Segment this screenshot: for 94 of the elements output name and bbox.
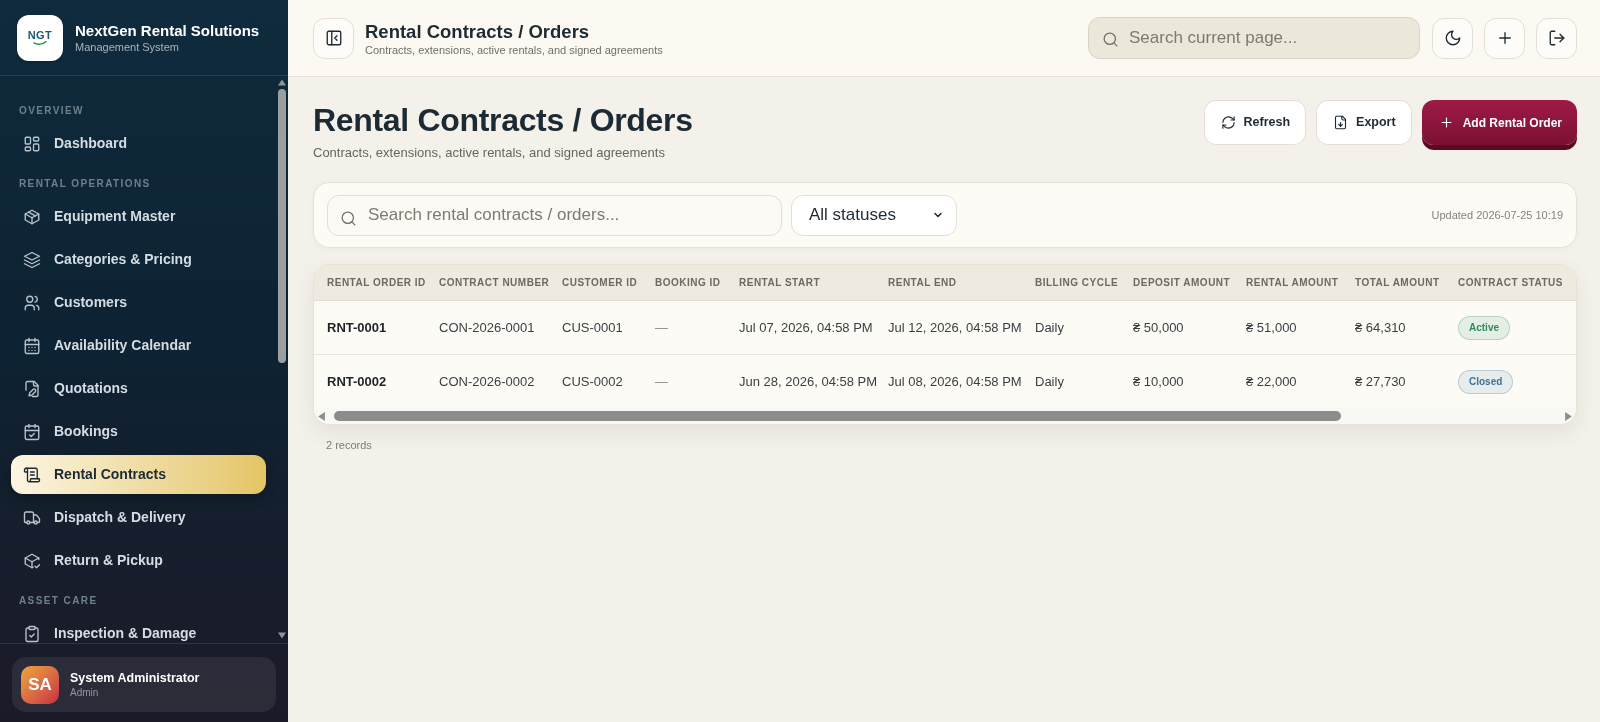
- table-cell-text: —: [655, 372, 668, 391]
- table-cell-text: Jul 12, 2026, 04:58 PM: [888, 318, 1022, 337]
- grid-icon: [23, 134, 41, 153]
- column-header[interactable]: RENTAL START: [726, 265, 875, 300]
- column-header[interactable]: RENTAL AMOUNT: [1233, 265, 1342, 300]
- scrollbar-thumb[interactable]: [278, 89, 286, 363]
- search-icon: [340, 209, 357, 227]
- column-header[interactable]: BILLING CYCLE: [1022, 265, 1120, 300]
- table-cell-text: ₴ 64,310: [1355, 318, 1406, 337]
- column-header[interactable]: CONTRACT STATUS: [1445, 265, 1576, 300]
- table-cell-text: ₴ 27,730: [1355, 372, 1406, 391]
- scroll-icon: [23, 465, 41, 484]
- table-cell-text: Jun 28, 2026, 04:58 PM: [739, 372, 878, 391]
- refresh-button[interactable]: Refresh: [1203, 100, 1307, 145]
- nav-item[interactable]: Dispatch & Delivery: [11, 498, 266, 537]
- theme-toggle-button[interactable]: [1432, 17, 1473, 59]
- status-badge: Closed: [1458, 369, 1514, 394]
- clipboard-check-icon: [23, 624, 41, 643]
- table-cell-text: —: [655, 318, 668, 337]
- page-subtitle: Contracts, extensions, active rentals, and signed agreements: [313, 144, 666, 162]
- table-cell-text: Daily: [1035, 318, 1064, 337]
- scroll-up-arrow-icon: [278, 79, 286, 86]
- nav-item[interactable]: Inspection & Damage: [11, 614, 266, 643]
- status-select[interactable]: All statuses: [791, 194, 957, 236]
- column-header[interactable]: RENTAL END: [875, 265, 1022, 300]
- calendar-check-icon: [23, 422, 41, 441]
- user-avatar: SA: [21, 665, 59, 704]
- section-label: OVERVIEW: [18, 104, 85, 118]
- refresh-icon: [1220, 115, 1236, 130]
- header-subtitle: Contracts, extensions, active rentals, and signed agreements: [365, 42, 663, 57]
- brand-subtitle: Management System: [75, 39, 180, 55]
- header-title: Rental Contracts / Orders: [365, 19, 591, 43]
- table-cell-text: ₴ 10,000: [1133, 372, 1184, 391]
- calendar-icon: [23, 336, 41, 355]
- table-cell-text: CUS-0001: [562, 318, 623, 337]
- nav-item[interactable]: Categories & Pricing: [11, 240, 266, 279]
- search-icon: [1102, 31, 1119, 48]
- nav-item[interactable]: Customers: [11, 283, 266, 322]
- scroll-left-arrow-icon: [318, 411, 325, 421]
- file-download-icon: [1333, 115, 1349, 130]
- moon-icon: [1443, 29, 1462, 47]
- table-cell-text: ₴ 51,000: [1246, 318, 1297, 337]
- table-cell-text: ₴ 50,000: [1133, 318, 1184, 337]
- column-header[interactable]: TOTAL AMOUNT: [1342, 265, 1445, 300]
- export-button[interactable]: Export: [1316, 100, 1412, 145]
- section-label: ASSET CARE: [18, 594, 99, 608]
- nav-item[interactable]: Availability Calendar: [11, 326, 266, 365]
- logout-icon: [1547, 29, 1566, 47]
- brand-title: NextGen Rental Solutions: [75, 20, 260, 40]
- scroll-down-arrow-icon: [278, 632, 286, 639]
- table-cell-text: CON-2026-0002: [439, 372, 535, 391]
- table-cell-text: CON-2026-0001: [439, 318, 535, 337]
- search-field[interactable]: Search rental contracts / orders...: [327, 194, 782, 236]
- updated-timestamp: Updated 2026-07-25 10:19: [1431, 207, 1563, 223]
- page-title: Rental Contracts / Orders: [313, 101, 693, 140]
- truck-icon: [23, 508, 41, 527]
- box-icon: [23, 207, 41, 226]
- user-role: Admin: [70, 685, 100, 700]
- plus-icon: [1438, 115, 1454, 130]
- table-cell-text: RNT-0002: [327, 372, 387, 391]
- column-header[interactable]: CONTRACT NUMBER: [426, 265, 549, 300]
- table-cell-text: RNT-0001: [327, 318, 387, 337]
- search-field[interactable]: Search current page...: [1088, 17, 1420, 59]
- layers-icon: [23, 250, 41, 269]
- file-pen-icon: [23, 379, 41, 398]
- add-button[interactable]: [1484, 17, 1525, 59]
- table-cell-text: Jul 08, 2026, 04:58 PM: [888, 372, 1022, 391]
- nav-item[interactable]: Equipment Master: [11, 197, 266, 236]
- column-header[interactable]: DEPOSIT AMOUNT: [1120, 265, 1233, 300]
- table-cell-text: Jul 07, 2026, 04:58 PM: [739, 318, 873, 337]
- scroll-right-arrow-icon: [1565, 411, 1572, 421]
- table-cell-text: Daily: [1035, 372, 1064, 391]
- table-cell-text: ₴ 22,000: [1246, 372, 1297, 391]
- user-name: System Administrator: [70, 669, 200, 686]
- column-header[interactable]: BOOKING ID: [642, 265, 726, 300]
- table-cell-text: CUS-0002: [562, 372, 623, 391]
- scrollbar-thumb[interactable]: [334, 411, 1341, 421]
- collapse-sidebar-button[interactable]: [313, 17, 354, 59]
- logo-text: NGT: [27, 28, 53, 41]
- status-badge: Active: [1458, 315, 1510, 340]
- box-check-icon: [23, 551, 41, 570]
- column-header[interactable]: CUSTOMER ID: [549, 265, 642, 300]
- users-icon: [23, 293, 41, 312]
- logout-button[interactable]: [1536, 17, 1577, 59]
- nav-item[interactable]: Dashboard: [11, 124, 266, 163]
- user-card[interactable]: SA System Administrator Admin: [12, 657, 276, 712]
- nav-item[interactable]: Return & Pickup: [11, 541, 266, 580]
- nav-item[interactable]: Rental Contracts: [11, 455, 266, 494]
- section-label: RENTAL OPERATIONS: [18, 177, 152, 191]
- column-header[interactable]: RENTAL ORDER ID: [314, 265, 426, 300]
- nav-item[interactable]: Bookings: [11, 412, 266, 451]
- nav-item[interactable]: Quotations: [11, 369, 266, 408]
- panel-left-icon: [324, 29, 343, 47]
- record-count: 2 records: [325, 438, 372, 453]
